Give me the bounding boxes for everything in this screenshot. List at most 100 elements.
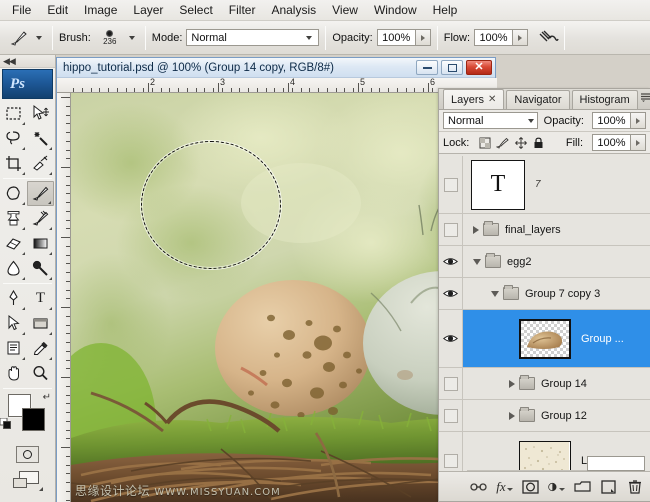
tool-preset-chevron-down-icon[interactable] [36,36,42,40]
tool-eraser[interactable] [0,231,27,256]
layer-visibility-cell-1[interactable] [439,214,463,245]
tool-pen[interactable] [0,286,27,311]
layer-opacity-control[interactable]: 100% [592,112,646,129]
footer-input-field[interactable] [587,456,645,471]
tab-layers[interactable]: Layers ✕ [443,89,504,109]
table-row[interactable]: Group 12 [439,400,650,432]
maximize-button[interactable] [441,60,463,75]
table-row[interactable]: final_layers [439,214,650,246]
tool-clone-stamp[interactable] [0,206,27,231]
layer-opacity-input[interactable]: 100% [592,112,631,129]
new-layer-icon[interactable] [600,479,617,495]
layer-visibility-cell-3[interactable] [439,278,463,309]
layer-thumbnail-image-2[interactable] [519,441,571,474]
tool-type[interactable]: T [27,286,54,311]
minimize-button[interactable] [416,60,438,75]
tool-gradient[interactable] [27,231,54,256]
flow-control[interactable]: 100% [474,29,528,46]
tool-hand[interactable] [0,361,27,386]
disclosure-triangle-icon-5[interactable] [509,380,515,388]
menu-item-layer[interactable]: Layer [125,1,171,20]
lock-position-icon[interactable] [514,136,527,149]
panel-menu-icon[interactable] [640,91,650,105]
tool-path-selection[interactable] [0,311,27,336]
opacity-input[interactable]: 100% [377,29,416,46]
menu-item-image[interactable]: Image [76,1,125,20]
horizontal-ruler[interactable]: 23456 [57,78,497,93]
tool-healing-brush[interactable] [0,181,27,206]
opacity-slider-arrow[interactable] [416,29,431,46]
layer-fill-control[interactable]: 100% [592,134,646,151]
lock-image-icon[interactable] [496,136,509,149]
close-icon-tab-layers[interactable]: ✕ [488,94,496,105]
tool-lasso[interactable] [0,126,27,151]
tool-blur[interactable] [0,256,27,281]
menu-item-help[interactable]: Help [425,1,466,20]
blend-mode-select[interactable]: Normal [186,29,319,46]
background-color-swatch[interactable] [22,408,45,431]
layer-blend-mode-select[interactable]: Normal [443,112,538,129]
menu-item-filter[interactable]: Filter [221,1,264,20]
disclosure-triangle-icon-2[interactable] [473,259,481,265]
layer-thumbnail-text[interactable]: T [471,160,525,210]
table-row[interactable]: Group ... [439,310,650,368]
disclosure-triangle-icon-3[interactable] [491,291,499,297]
layer-visibility-cell-0[interactable] [439,156,463,213]
tool-slice[interactable] [27,151,54,176]
table-row[interactable]: egg2 [439,246,650,278]
menu-item-analysis[interactable]: Analysis [263,1,324,20]
brush-tool-icon[interactable] [6,27,32,49]
tab-navigator[interactable]: Navigator [506,90,569,109]
canvas-viewport[interactable]: 思缘设计论坛 WWW.MISSYUAN.COM [71,93,497,502]
layer-visibility-cell-5[interactable] [439,368,463,399]
layer-list[interactable]: T 7 final_layers [439,156,650,473]
disclosure-triangle-icon-6[interactable] [509,412,515,420]
lock-all-icon[interactable] [532,136,545,149]
default-colors-icon[interactable] [0,418,11,429]
close-button[interactable]: ✕ [466,60,492,75]
menu-item-select[interactable]: Select [171,1,220,20]
layer-visibility-cell-4[interactable] [439,310,463,367]
layer-visibility-cell-2[interactable] [439,246,463,277]
link-layers-icon[interactable] [470,479,487,495]
tool-crop[interactable] [0,151,27,176]
screen-mode-icon[interactable] [13,471,43,491]
new-group-icon[interactable] [574,479,591,495]
layer-visibility-cell-6[interactable] [439,400,463,431]
tool-rectangle-shape[interactable] [27,311,54,336]
tool-history-brush[interactable] [27,206,54,231]
quick-mask-icon[interactable] [16,446,39,463]
brush-chevron-down-icon[interactable] [129,36,135,40]
layer-mask-icon[interactable] [522,479,539,495]
elliptical-selection-marquee[interactable] [141,141,281,269]
disclosure-triangle-icon-1[interactable] [473,226,479,234]
tool-rectangular-marquee[interactable] [0,101,27,126]
tool-brush[interactable] [27,181,54,206]
flow-slider-arrow[interactable] [513,29,528,46]
table-row[interactable]: T 7 [439,156,650,214]
table-row[interactable]: Group 14 [439,368,650,400]
tool-zoom[interactable] [27,361,54,386]
menu-item-edit[interactable]: Edit [39,1,76,20]
adjustment-layer-icon[interactable] [548,479,565,495]
menu-item-view[interactable]: View [324,1,366,20]
document-title-bar[interactable]: hippo_tutorial.psd @ 100% (Group 14 copy… [57,58,495,78]
tool-dodge[interactable] [27,256,54,281]
airbrush-icon[interactable] [536,27,560,49]
layer-opacity-slider-arrow[interactable] [631,112,646,129]
tool-move[interactable] [27,101,54,126]
swap-colors-icon[interactable]: ↵ [43,392,51,403]
layer-style-fx-icon[interactable]: fx [496,479,513,495]
toolbox-collapse-handle[interactable]: ◀◀ [0,55,55,68]
opacity-control[interactable]: 100% [377,29,431,46]
brush-preview[interactable]: 236 [95,25,125,51]
layer-fill-slider-arrow[interactable] [631,134,646,151]
layer-visibility-cell-7[interactable] [439,432,463,473]
tool-eyedropper[interactable] [27,336,54,361]
table-row[interactable]: Group 7 copy 3 [439,278,650,310]
delete-layer-icon[interactable] [626,479,643,495]
tool-magic-wand[interactable] [27,126,54,151]
flow-input[interactable]: 100% [474,29,513,46]
vertical-ruler[interactable] [57,93,71,502]
tab-histogram[interactable]: Histogram [572,90,638,109]
